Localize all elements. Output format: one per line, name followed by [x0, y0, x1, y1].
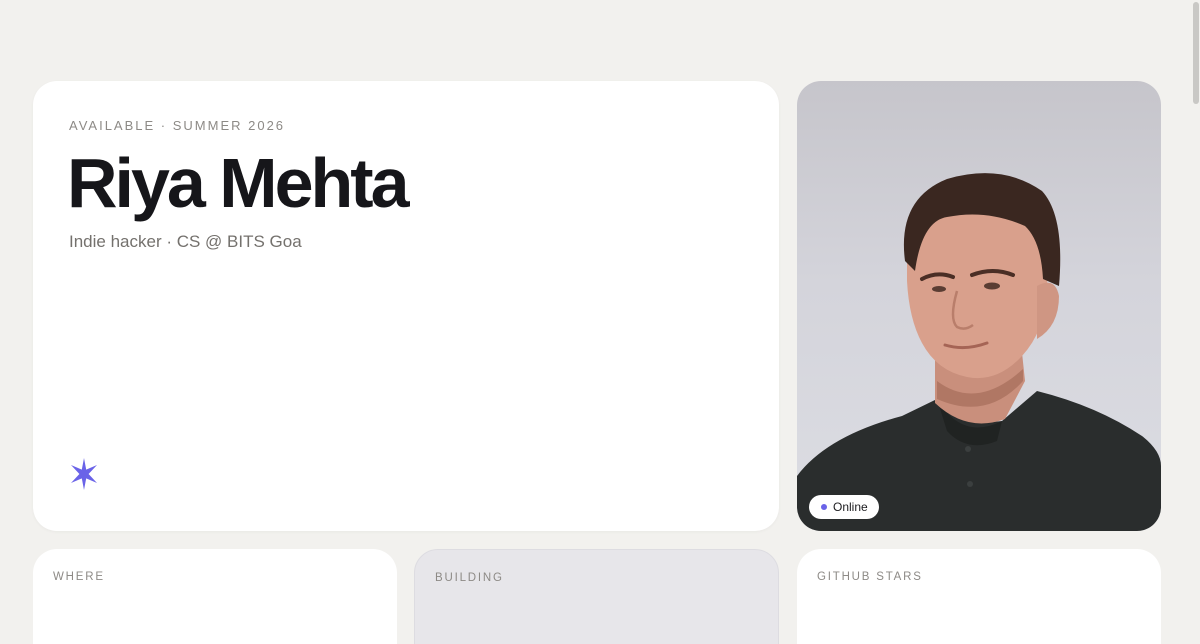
scrollbar-thumb[interactable]: [1193, 2, 1199, 104]
building-label: BUILDING: [435, 572, 504, 584]
status-label: Online: [833, 500, 868, 514]
where-tile: WHERE: [33, 549, 397, 644]
building-tile[interactable]: BUILDING: [414, 549, 779, 644]
github-stars-label: GITHUB STARS: [817, 571, 923, 583]
profile-photo-card: Online: [797, 81, 1161, 531]
profile-name: Riya Mehta: [67, 144, 410, 222]
availability-eyebrow: AVAILABLE · SUMMER 2026: [69, 118, 286, 133]
profile-photo: [797, 173, 1161, 531]
online-status-badge: Online: [809, 495, 879, 519]
sparkle-star-icon: [71, 458, 97, 490]
portfolio-page: AVAILABLE · SUMMER 2026 Riya Mehta Indie…: [0, 0, 1200, 644]
page-scrollbar[interactable]: [1192, 0, 1200, 644]
status-dot-icon: [821, 504, 827, 510]
github-stars-tile: GITHUB STARS: [797, 549, 1161, 644]
where-label: WHERE: [53, 571, 105, 583]
hero-card: AVAILABLE · SUMMER 2026 Riya Mehta Indie…: [33, 81, 779, 531]
profile-tagline: Indie hacker · CS @ BITS Goa: [69, 232, 302, 251]
